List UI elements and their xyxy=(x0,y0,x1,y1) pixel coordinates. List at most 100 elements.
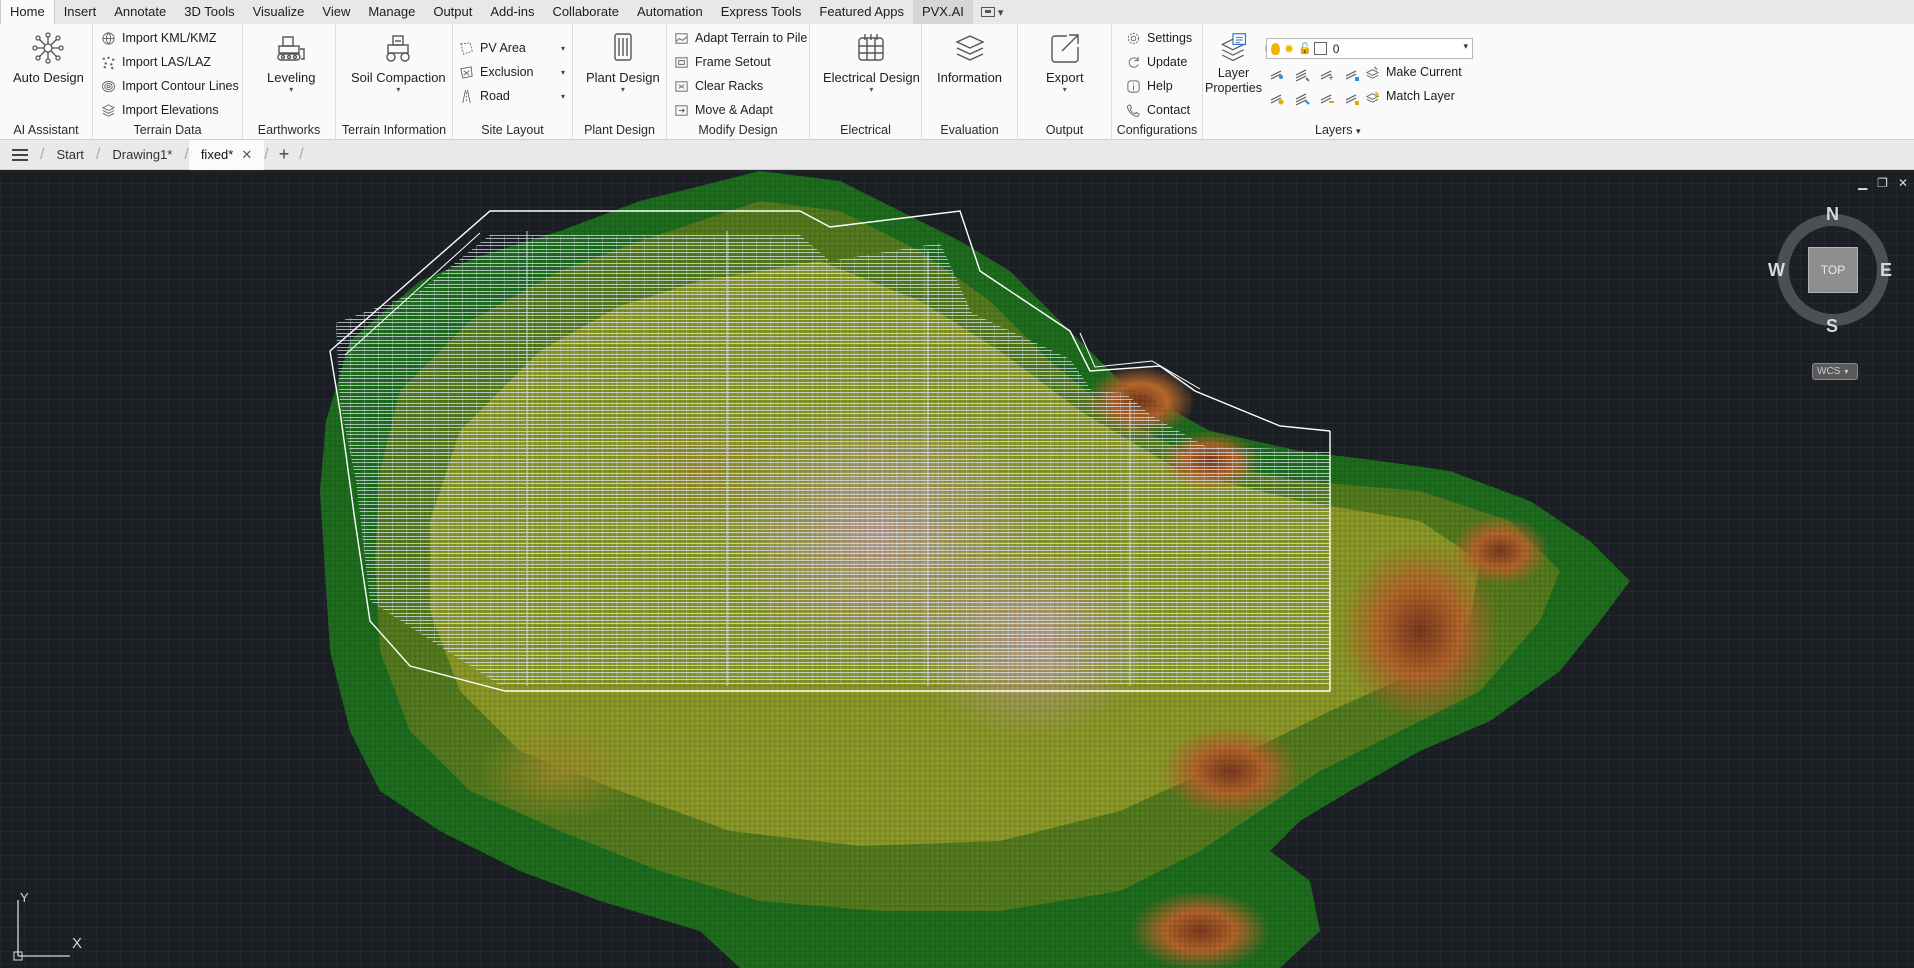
compass-north[interactable]: N xyxy=(1826,204,1839,225)
electrical-design-button[interactable]: Electrical Design ▾ xyxy=(823,30,920,94)
layer-properties-label-2: Properties xyxy=(1205,81,1262,95)
elevation-layers-icon xyxy=(101,103,116,117)
panel-title-electrical: Electrical xyxy=(840,123,891,137)
panel-title-layers[interactable]: Layers ▾ xyxy=(1315,123,1481,137)
compass-south[interactable]: S xyxy=(1826,316,1838,337)
import-contour-button[interactable]: Import Contour Lines xyxy=(101,76,239,96)
drawing-viewport[interactable]: ▁ ❐ ✕ N S E W TOP WCS ▾ Y X xyxy=(0,171,1914,968)
chevron-down-icon: ▾ xyxy=(869,85,874,94)
chevron-down-icon[interactable]: ▾ xyxy=(561,92,565,101)
info-icon xyxy=(1127,79,1140,93)
tab-featured-apps[interactable]: Featured Apps xyxy=(810,0,913,24)
viewcube[interactable]: N S E W TOP xyxy=(1768,204,1898,337)
clear-racks-button[interactable]: Clear Racks xyxy=(674,76,763,96)
pv-area-button[interactable]: PV Area xyxy=(459,38,526,58)
chevron-down-icon[interactable]: ▾ xyxy=(561,68,565,77)
tab-manage[interactable]: Manage xyxy=(359,0,424,24)
clear-racks-icon xyxy=(675,80,688,92)
layer-freeze-icon[interactable] xyxy=(1319,66,1335,82)
layer-off-icon[interactable] xyxy=(1269,90,1285,106)
tab-separator: / xyxy=(299,145,304,163)
auto-design-button[interactable]: Auto Design xyxy=(13,30,84,85)
match-layer-label: Match Layer xyxy=(1386,89,1455,103)
make-current-icon xyxy=(1365,65,1380,79)
area-polygon-icon xyxy=(460,41,473,55)
move-adapt-button[interactable]: Move & Adapt xyxy=(674,100,773,120)
panel-title-modify-design: Modify Design xyxy=(698,123,778,137)
adapt-terrain-button[interactable]: Adapt Terrain to Pile xyxy=(674,28,807,48)
new-tab-icon[interactable]: + xyxy=(269,144,300,165)
wcs-menu[interactable]: WCS ▾ xyxy=(1812,363,1858,380)
layer-dropdown[interactable]: ✹ 🔓 0 ▾ xyxy=(1266,38,1473,59)
layer-isolate-icon[interactable] xyxy=(1294,66,1310,82)
export-button[interactable]: Export ▾ xyxy=(1046,30,1084,94)
tab-visualize[interactable]: Visualize xyxy=(244,0,314,24)
chevron-down-icon: ▾ xyxy=(289,85,294,94)
tab-automation[interactable]: Automation xyxy=(628,0,712,24)
soil-compaction-button[interactable]: Soil Compaction ▾ xyxy=(351,30,446,94)
close-icon[interactable]: ✕ xyxy=(1898,176,1908,190)
import-kml-button[interactable]: Import KML/KMZ xyxy=(101,28,216,48)
ribbon: Auto Design AI Assistant Import KML/KMZ … xyxy=(0,24,1914,140)
chevron-down-icon: ▾ xyxy=(1844,367,1849,376)
tab-pvx-ai[interactable]: PVX.AI xyxy=(912,0,973,24)
adapt-terrain-icon xyxy=(675,32,688,44)
make-current-button[interactable]: Make Current xyxy=(1365,62,1462,82)
document-tab-bar: / Start / Drawing1* / fixed* ✕ / + / xyxy=(0,139,1914,170)
road-button[interactable]: Road xyxy=(459,86,510,106)
tab-output[interactable]: Output xyxy=(424,0,481,24)
restore-icon[interactable]: ❐ xyxy=(1877,176,1888,190)
layer-thaw-icon[interactable] xyxy=(1319,90,1335,106)
contact-button[interactable]: Contact xyxy=(1126,100,1190,120)
layer-previous-icon[interactable] xyxy=(1269,66,1285,82)
doc-tab-fixed[interactable]: fixed* ✕ xyxy=(188,139,265,170)
match-layer-button[interactable]: Match Layer xyxy=(1365,86,1455,106)
import-las-button[interactable]: Import LAS/LAZ xyxy=(101,52,211,72)
tab-collaborate[interactable]: Collaborate xyxy=(543,0,628,24)
doc-tab-drawing1[interactable]: Drawing1* xyxy=(100,140,184,170)
import-las-label: Import LAS/LAZ xyxy=(122,55,211,69)
layer-properties-button[interactable]: Layer Properties xyxy=(1205,32,1262,96)
tab-annotate[interactable]: Annotate xyxy=(105,0,175,24)
tab-3d-tools[interactable]: 3D Tools xyxy=(175,0,243,24)
layer-lock-icon[interactable] xyxy=(1344,66,1360,82)
leveling-button[interactable]: Leveling ▾ xyxy=(267,30,315,94)
lightbulb-icon xyxy=(1271,42,1280,55)
panel-title-output: Output xyxy=(1045,123,1084,137)
compass-east[interactable]: E xyxy=(1880,260,1892,281)
drawing-canvas[interactable] xyxy=(0,171,1914,968)
menu-icon[interactable] xyxy=(0,140,40,170)
tab-insert[interactable]: Insert xyxy=(55,0,106,24)
exclusion-button[interactable]: Exclusion xyxy=(459,62,534,82)
tab-view[interactable]: View xyxy=(313,0,359,24)
chevron-down-icon: ▾ xyxy=(1463,41,1468,51)
layer-walk-icon[interactable] xyxy=(1294,90,1310,106)
workspace-switcher[interactable]: ▾ xyxy=(973,0,1012,24)
chevron-down-icon[interactable]: ▾ xyxy=(561,44,565,53)
tab-add-ins[interactable]: Add-ins xyxy=(481,0,543,24)
tab-home[interactable]: Home xyxy=(0,0,55,24)
help-button[interactable]: Help xyxy=(1126,76,1173,96)
doc-tab-start[interactable]: Start xyxy=(44,140,95,170)
panel-configurations: Settings Update Help Contact Configurati… xyxy=(1112,24,1203,140)
information-button[interactable]: Information xyxy=(937,30,1002,85)
pv-area-label: PV Area xyxy=(480,41,526,55)
viewcube-top-face[interactable]: TOP xyxy=(1808,247,1858,293)
leveling-label: Leveling xyxy=(267,70,316,85)
doc-tab-fixed-label: fixed* xyxy=(200,146,234,162)
chevron-down-icon: ▾ xyxy=(1062,85,1067,94)
plant-design-button[interactable]: Plant Design ▾ xyxy=(586,30,660,94)
layer-stack-icon xyxy=(1221,33,1247,62)
plant-design-label: Plant Design xyxy=(586,70,660,85)
close-icon[interactable]: ✕ xyxy=(241,147,252,162)
bulldozer-icon xyxy=(277,36,305,61)
import-elevations-button[interactable]: Import Elevations xyxy=(101,100,219,120)
frame-setout-button[interactable]: Frame Setout xyxy=(674,52,771,72)
update-button[interactable]: Update xyxy=(1126,52,1187,72)
layer-unlock-icon[interactable] xyxy=(1344,90,1360,106)
settings-button[interactable]: Settings xyxy=(1126,28,1192,48)
auto-design-label: Auto Design xyxy=(13,70,84,85)
compass-west[interactable]: W xyxy=(1768,260,1785,281)
tab-express-tools[interactable]: Express Tools xyxy=(712,0,811,24)
minimize-icon[interactable]: ▁ xyxy=(1858,176,1867,190)
